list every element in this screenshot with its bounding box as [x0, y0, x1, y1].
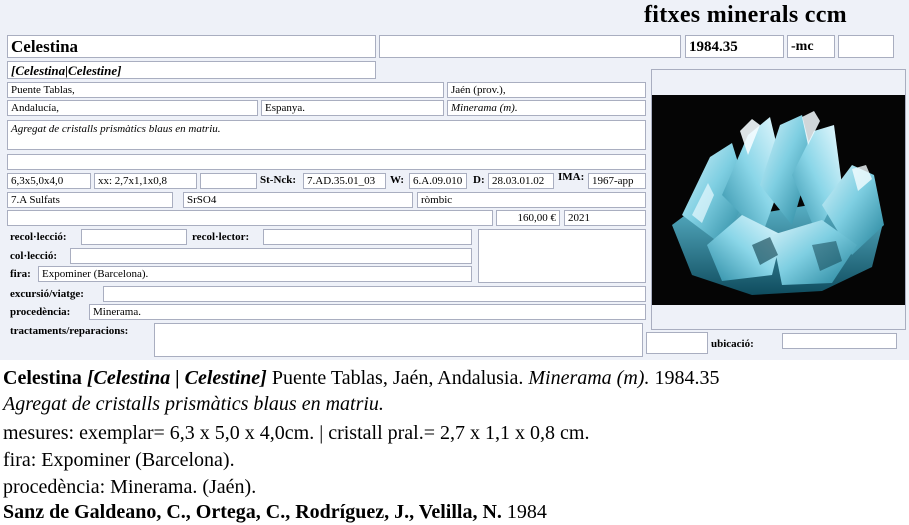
crystal-size-field[interactable]: xx: 2,7x1,1x0,8 — [94, 173, 197, 189]
tractaments-label: tractaments/reparacions: — [10, 325, 129, 337]
notes-box[interactable] — [478, 229, 646, 283]
locality-field[interactable]: Puente Tablas, — [7, 82, 444, 98]
strunz-label: St-Nck: — [260, 174, 297, 186]
strunz-field[interactable]: 7.AD.35.01_03 — [303, 173, 386, 189]
catalog-number-field[interactable]: 1984.35 — [685, 35, 784, 58]
fira-field[interactable]: Expominer (Barcelona). — [38, 266, 472, 282]
dealer-field[interactable]: Minerama (m). — [447, 100, 646, 116]
caption-line-1: Celestina [Celestina | Celestine] Puente… — [3, 366, 719, 390]
blank-field-3[interactable] — [7, 154, 646, 170]
description-field[interactable]: Agregat de cristalls prismàtics blaus en… — [7, 120, 646, 150]
synonyms-field[interactable]: [Celestina|Celestine] — [7, 61, 376, 79]
procedencia-field[interactable]: Minerama. — [89, 304, 646, 320]
dana-label: D: — [473, 174, 485, 186]
caption-procedencia: procedència: Minerama. (Jaén). — [3, 476, 257, 498]
procedencia-label: procedència: — [10, 306, 71, 318]
caption-description: Agregat de cristalls prismàtics blaus en… — [3, 393, 384, 415]
caption-reference: Sanz de Galdeano, C., Ortega, C., Rodríg… — [3, 500, 547, 524]
fira-label: fira: — [10, 268, 31, 280]
ubicacio-field[interactable] — [782, 333, 897, 349]
recollector-label: recol·lector: — [192, 231, 250, 243]
caption-measures: mesures: exemplar= 6,3 x 5,0 x 4,0cm. | … — [3, 422, 590, 444]
recollector-field[interactable] — [263, 229, 472, 245]
caption-dealer: Minerama (m). — [528, 367, 650, 389]
crystal-illustration — [672, 111, 884, 295]
excursio-field[interactable] — [103, 286, 646, 302]
caption-locality: Puente Tablas, Jaén, Andalusia. — [271, 367, 524, 389]
weiss-label: W: — [390, 174, 405, 186]
province-field[interactable]: Jaén (prov.), — [447, 82, 646, 98]
price-field[interactable]: 160,00 € — [496, 210, 560, 226]
formula-field[interactable]: SrSO4 — [183, 192, 413, 208]
mineral-card: fitxes minerals ccm Celestina 1984.35 -m… — [0, 0, 909, 360]
tractaments-field[interactable] — [154, 323, 643, 357]
specimen-size-field[interactable]: 6,3x5,0x4,0 — [7, 173, 91, 189]
specimen-photo — [652, 95, 905, 305]
year-field[interactable]: 2021 — [564, 210, 646, 226]
blank-field-4[interactable] — [200, 173, 257, 189]
colleccio-label: col·lecció: — [10, 250, 58, 262]
ima-label: IMA: — [558, 171, 585, 183]
mineral-name-field[interactable]: Celestina — [7, 35, 376, 58]
crystal-system-field[interactable]: ròmbic — [417, 192, 646, 208]
class-field[interactable]: 7.A Sulfats — [7, 192, 173, 208]
caption-number: 1984.35 — [654, 367, 720, 389]
caption-synonyms: [Celestina | Celestine] — [86, 367, 267, 389]
colleccio-field[interactable] — [70, 248, 472, 264]
caption-year: 1984 — [506, 501, 547, 523]
caption-authors: Sanz de Galdeano, C., Ortega, C., Rodríg… — [3, 501, 502, 523]
caption-name: Celestina — [3, 367, 82, 389]
blank-field-6[interactable] — [646, 332, 708, 354]
ubicacio-label: ubicació: — [711, 338, 754, 350]
country-field[interactable]: Espanya. — [261, 100, 444, 116]
recolleccio-label: recol·lecció: — [10, 231, 67, 243]
blank-field-5[interactable] — [7, 210, 493, 226]
weiss-field[interactable]: 6.A.09.010 — [409, 173, 467, 189]
ima-field[interactable]: 1967-app — [588, 173, 646, 189]
blank-field-2[interactable] — [838, 35, 894, 58]
recolleccio-field[interactable] — [81, 229, 187, 245]
blank-field-1[interactable] — [379, 35, 681, 58]
card-title: fitxes minerals ccm — [644, 2, 847, 28]
dana-field[interactable]: 28.03.01.02 — [488, 173, 554, 189]
catalog-suffix-field[interactable]: -mc — [787, 35, 835, 58]
caption-fira: fira: Expominer (Barcelona). — [3, 449, 235, 471]
region-field[interactable]: Andalucía, — [7, 100, 258, 116]
excursio-label: excursió/viatge: — [10, 288, 84, 300]
